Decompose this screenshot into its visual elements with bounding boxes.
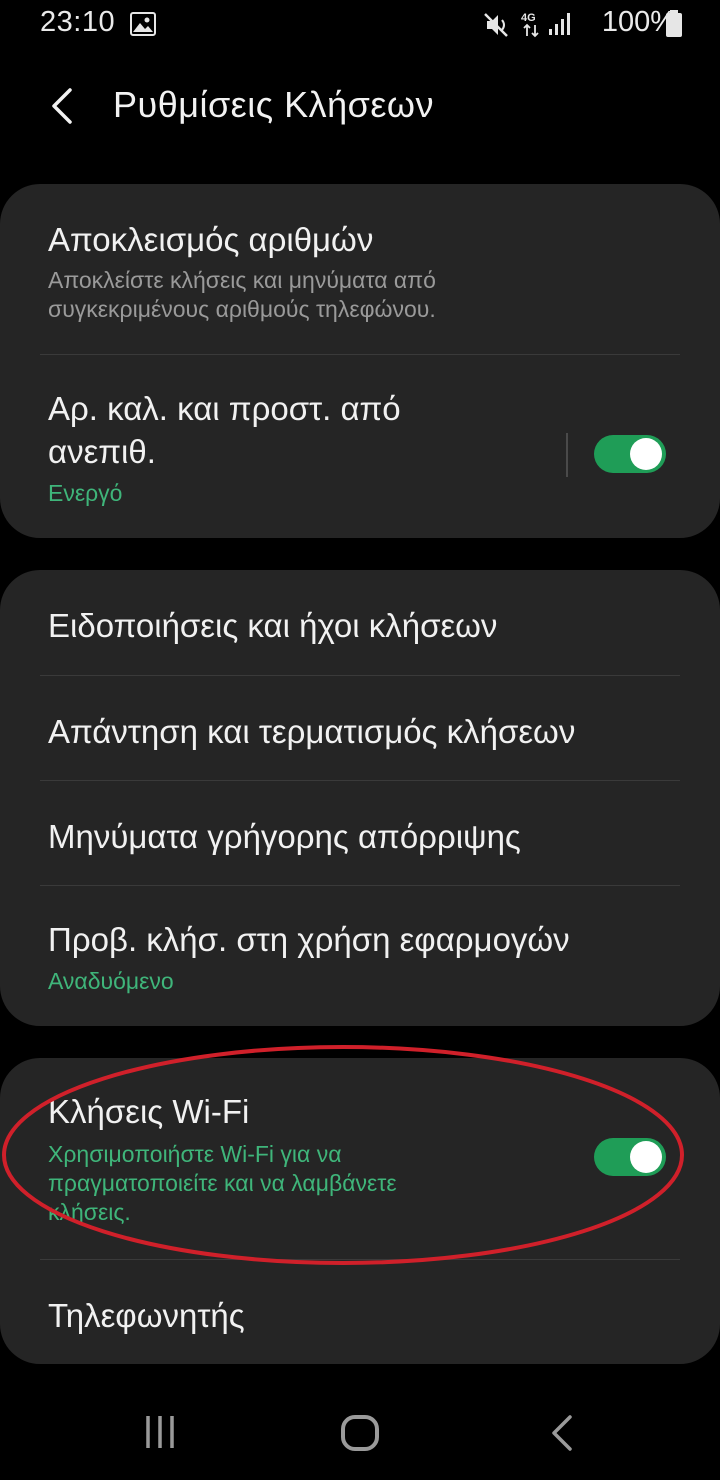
vertical-separator	[566, 433, 568, 477]
caller-id-title-2: ανεπιθ.	[48, 433, 156, 470]
quick-decline-title: Μηνύματα γρήγορης απόρριψης	[48, 818, 521, 855]
4g-icon: 4G	[520, 10, 544, 43]
status-bar: 23:10 4G 100%	[0, 0, 720, 52]
quick-decline-item[interactable]: Μηνύματα γρήγορης απόρριψης	[0, 781, 720, 885]
battery-icon	[665, 10, 683, 43]
caller-id-title-1: Αρ. καλ. και προστ. από	[48, 390, 401, 427]
wifi-calling-toggle[interactable]	[594, 1138, 666, 1176]
voicemail-item[interactable]: Τηλεφωνητής	[0, 1260, 720, 1364]
answering-title: Απάντηση και τερματισμός κλήσεων	[48, 713, 576, 750]
answering-item[interactable]: Απάντηση και τερματισμός κλήσεων	[0, 676, 720, 780]
app-calls-item[interactable]: Προβ. κλήσ. στη χρήση εφαρμογών Αναδυόμε…	[0, 886, 720, 1026]
app-calls-status: Αναδυόμενο	[48, 968, 174, 994]
block-numbers-item[interactable]: Αποκλεισμός αριθμών Αποκλείστε κλήσεις κ…	[0, 184, 720, 354]
wifi-calling-subtitle-2: πραγματοποιείτε και να λαμβάνετε	[48, 1170, 397, 1196]
nav-bar	[0, 1380, 720, 1480]
header: Ρυθμίσεις Κλήσεων	[0, 52, 720, 162]
caller-id-toggle[interactable]	[594, 435, 666, 473]
wifi-calling-subtitle-1: Χρησιμοποιήστε Wi-Fi για να	[48, 1141, 342, 1167]
caller-id-status: Ενεργό	[48, 480, 123, 506]
notifications-title: Ειδοποιήσεις και ήχοι κλήσεων	[48, 607, 498, 644]
wifi-calling-item[interactable]: Κλήσεις Wi-Fi Χρησιμοποιήστε Wi-Fi για ν…	[0, 1058, 720, 1258]
block-numbers-subtitle-2: συγκεκριμένους αριθμούς τηλεφώνου.	[48, 296, 436, 322]
voicemail-title: Τηλεφωνητής	[48, 1297, 245, 1334]
svg-text:4G: 4G	[521, 12, 536, 24]
caller-id-item[interactable]: Αρ. καλ. και προστ. από ανεπιθ. Ενεργό	[0, 355, 720, 538]
notifications-item[interactable]: Ειδοποιήσεις και ήχοι κλήσεων	[0, 570, 720, 675]
wifi-calling-subtitle-3: κλήσεις.	[48, 1199, 131, 1225]
home-icon[interactable]	[340, 1414, 380, 1457]
wifi-calling-title: Κλήσεις Wi-Fi	[48, 1093, 250, 1130]
image-icon	[130, 12, 156, 41]
mute-icon	[483, 12, 511, 43]
signal-icon	[548, 12, 572, 41]
card-wifi-voicemail: Κλήσεις Wi-Fi Χρησιμοποιήστε Wi-Fi για ν…	[0, 1058, 720, 1364]
nav-back-icon[interactable]	[548, 1414, 576, 1457]
page-title: Ρυθμίσεις Κλήσεων	[113, 84, 434, 125]
block-numbers-title: Αποκλεισμός αριθμών	[48, 221, 374, 258]
status-time: 23:10	[40, 6, 116, 38]
card-blocking: Αποκλεισμός αριθμών Αποκλείστε κλήσεις κ…	[0, 184, 720, 538]
back-arrow-icon[interactable]	[40, 82, 88, 130]
card-call-options: Ειδοποιήσεις και ήχοι κλήσεων Απάντηση κ…	[0, 570, 720, 1026]
recents-icon[interactable]	[142, 1414, 178, 1455]
block-numbers-subtitle-1: Αποκλείστε κλήσεις και μηνύματα από	[48, 267, 436, 293]
app-calls-title: Προβ. κλήσ. στη χρήση εφαρμογών	[48, 921, 570, 958]
